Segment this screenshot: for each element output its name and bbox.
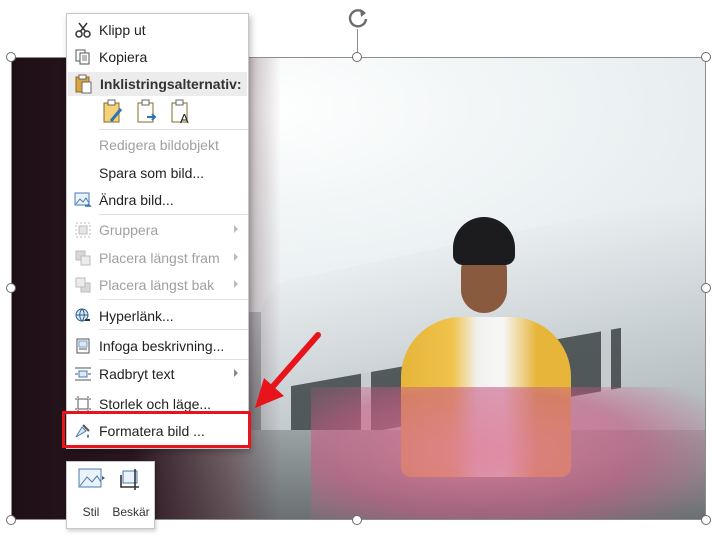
resize-handle-top-right[interactable] (701, 52, 711, 62)
paste-options-row: A (99, 99, 239, 130)
send-back-icon (67, 271, 99, 298)
paste-options-header: Inklistringsalternativ: (68, 72, 247, 96)
menu-item-cut[interactable]: Klipp ut (67, 16, 248, 43)
paste-text-only-button[interactable]: A (167, 99, 195, 130)
menu-item-change-image[interactable]: Ändra bild... (67, 186, 248, 213)
paste-merge-format-button[interactable] (133, 99, 161, 130)
wrap-text-icon (67, 360, 99, 387)
submenu-arrow-icon (234, 253, 238, 261)
highlight-box (62, 411, 251, 448)
menu-separator (99, 214, 248, 215)
group-icon (67, 216, 99, 243)
menu-item-label: Placera längst fram (99, 249, 220, 266)
menu-item-label: Infoga beskrivning... (99, 337, 225, 354)
menu-item-label: Placera längst bak (99, 276, 215, 293)
menu-item-hyperlink[interactable]: Hyperlänk... (67, 302, 248, 329)
menu-item-label: Redigera bildobjekt (99, 136, 219, 153)
crop-label: Beskär (112, 505, 150, 519)
paste-text-only-icon: A (169, 99, 193, 130)
menu-item-label: Storlek och läge... (99, 395, 212, 412)
menu-separator (99, 129, 248, 130)
resize-handle-left[interactable] (6, 283, 16, 293)
mini-toolbar: Stil Beskär (66, 461, 155, 529)
menu-item-label: Radbryt text (99, 365, 175, 382)
crop-button[interactable]: Beskär (111, 466, 151, 524)
submenu-arrow-icon (234, 225, 238, 233)
image-foreground-hand (311, 387, 706, 520)
resize-handle-bottom[interactable] (352, 515, 362, 525)
svg-text:A: A (180, 111, 189, 125)
paste-keep-format-icon (101, 99, 125, 130)
context-menu: Klipp ut Kopiera Inklistringsalternativ:… (66, 13, 249, 449)
resize-handle-right[interactable] (701, 283, 711, 293)
menu-item-label: Spara som bild... (99, 164, 205, 181)
menu-item-save-as-image[interactable]: Spara som bild... (67, 159, 248, 186)
menu-item-insert-caption[interactable]: Infoga beskrivning... (67, 332, 248, 359)
menu-item-copy[interactable]: Kopiera (67, 43, 248, 70)
menu-item-label: Kopiera (99, 48, 148, 65)
menu-item-bring-to-front: Placera längst fram (67, 244, 248, 271)
copy-icon (67, 43, 99, 70)
menu-item-label: Ändra bild... (99, 191, 174, 208)
menu-separator (99, 299, 248, 300)
globe-link-icon (67, 302, 99, 329)
menu-item-label: Hyperlänk... (99, 307, 174, 324)
resize-handle-bottom-right[interactable] (701, 515, 711, 525)
submenu-arrow-icon (234, 280, 238, 288)
bring-front-icon (67, 244, 99, 271)
menu-separator (99, 329, 248, 330)
menu-item-label: Klipp ut (99, 21, 146, 38)
picture-style-icon (75, 466, 107, 499)
menu-item-wrap-text[interactable]: Radbryt text (67, 360, 248, 387)
style-label: Stil (82, 505, 100, 519)
caption-icon (67, 332, 99, 359)
paste-keep-format-button[interactable] (99, 99, 127, 130)
red-arrow-annotation (250, 330, 330, 420)
menu-item-group: Gruppera (67, 216, 248, 243)
crop-icon (117, 466, 145, 499)
menu-item-label: Gruppera (99, 221, 159, 238)
resize-handle-top-left[interactable] (6, 52, 16, 62)
resize-handle-top[interactable] (352, 52, 362, 62)
clipboard-icon (73, 74, 93, 99)
menu-item-edit-image: Redigera bildobjekt (67, 131, 248, 158)
submenu-arrow-icon (234, 369, 238, 377)
menu-item-send-to-back: Placera längst bak (67, 271, 248, 298)
scissors-icon (67, 16, 99, 43)
resize-handle-bottom-left[interactable] (6, 515, 16, 525)
style-button[interactable]: Stil (71, 466, 111, 524)
rotate-handle-icon[interactable] (345, 5, 371, 31)
paste-merge-format-icon (135, 99, 159, 130)
change-picture-icon (67, 186, 99, 213)
